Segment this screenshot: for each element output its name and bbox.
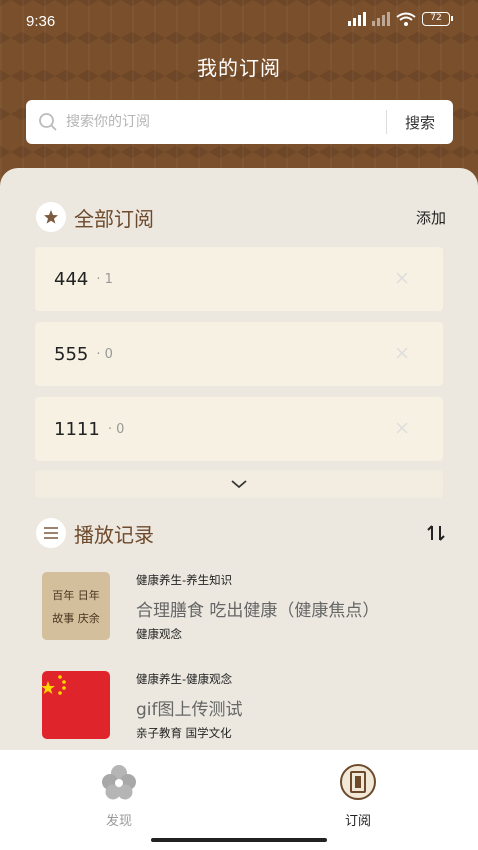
- signal-icon-secondary: [372, 12, 390, 26]
- history-tags: 健康观念: [136, 627, 182, 641]
- subscription-item[interactable]: 555 0: [35, 322, 443, 386]
- play-history-header: 播放记录: [36, 516, 446, 550]
- signal-icon: [348, 12, 366, 26]
- page-title: 我的订阅: [197, 56, 281, 80]
- tab-subscription[interactable]: 订阅: [318, 762, 398, 829]
- expand-list-button[interactable]: [35, 470, 443, 498]
- all-subscriptions-header: 全部订阅 添加: [36, 200, 446, 234]
- subscription-name: 1111: [54, 418, 100, 440]
- wifi-icon: [396, 12, 416, 26]
- close-icon[interactable]: [395, 271, 409, 285]
- search-button[interactable]: 搜索: [387, 112, 453, 133]
- thumbnail-text-bottom: 故事 庆余: [52, 611, 100, 625]
- section-title-history: 播放记录: [74, 522, 154, 547]
- thumbnail-text-top: 百年 日年: [52, 588, 100, 602]
- search-bar: 搜索: [26, 100, 453, 144]
- star-icon: [36, 202, 66, 232]
- history-tags: 亲子教育 国学文化: [136, 726, 232, 740]
- history-item[interactable]: 百年 日年 故事 庆余 健康养生-养生知识 合理膳食 吃出健康（健康焦点） 健康…: [42, 572, 452, 642]
- section-title-all: 全部订阅: [74, 206, 154, 231]
- add-subscription-button[interactable]: 添加: [416, 207, 446, 228]
- history-category: 健康养生-健康观念: [136, 672, 233, 686]
- status-time: 9:36: [26, 13, 56, 30]
- list-icon: [36, 518, 66, 548]
- discover-icon: [102, 765, 136, 800]
- history-title: gif图上传测试: [136, 700, 243, 720]
- chevron-down-icon: [231, 480, 247, 489]
- status-icons: 72: [348, 12, 453, 26]
- home-indicator: [151, 838, 327, 842]
- subscription-item[interactable]: 1111 0: [35, 397, 443, 461]
- search-icon: [39, 113, 57, 131]
- history-thumbnail-flag: [42, 671, 110, 739]
- history-category: 健康养生-养生知识: [136, 573, 233, 587]
- subscription-name: 555: [54, 343, 89, 365]
- sort-icon[interactable]: [426, 524, 446, 542]
- history-item[interactable]: 健康养生-健康观念 gif图上传测试 亲子教育 国学文化: [42, 671, 452, 741]
- close-icon[interactable]: [395, 421, 409, 435]
- status-bar: 9:36 72: [0, 0, 478, 44]
- close-icon[interactable]: [395, 346, 409, 360]
- subscription-count: 0: [96, 347, 113, 362]
- history-thumbnail: 百年 日年 故事 庆余: [42, 572, 110, 640]
- battery-icon: 72: [422, 12, 453, 26]
- subscription-count: 1: [96, 272, 113, 287]
- history-title: 合理膳食 吃出健康（健康焦点）: [136, 601, 380, 621]
- tab-label: 订阅: [344, 814, 371, 829]
- tab-label: 发现: [105, 814, 132, 829]
- subscription-icon: [340, 764, 376, 800]
- subscription-name: 444: [54, 268, 89, 290]
- tab-discover[interactable]: 发现: [79, 762, 159, 829]
- subscription-count: 0: [108, 422, 124, 437]
- bottom-tabbar: 发现 订阅: [0, 750, 478, 850]
- search-input[interactable]: [66, 114, 386, 130]
- subscription-item[interactable]: 444 1: [35, 247, 443, 311]
- content-panel: 全部订阅 添加 444 1 555 0 1111 0 播放记录 百年 日年: [0, 168, 478, 750]
